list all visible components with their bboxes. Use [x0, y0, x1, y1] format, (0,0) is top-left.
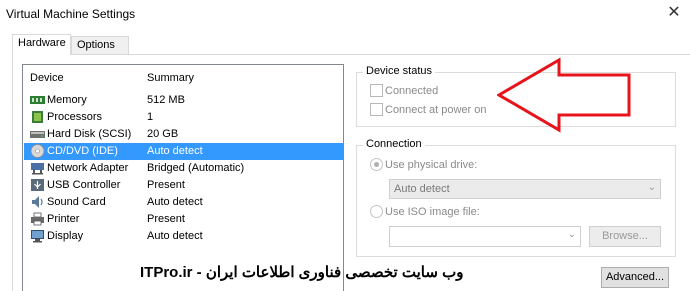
close-icon[interactable]: ✕ [666, 5, 682, 21]
physical-drive-select[interactable]: Auto detect ⌄ [389, 179, 661, 199]
use-physical-drive-radio[interactable] [370, 158, 383, 171]
device-name: Processors [47, 111, 103, 123]
device-row-usb-controller[interactable]: USB Controller Present [24, 177, 343, 194]
tab-options[interactable]: Options [71, 36, 129, 54]
physical-drive-value: Auto detect [394, 183, 450, 195]
device-name: Memory [47, 94, 87, 106]
device-summary: 20 GB [147, 128, 179, 140]
device-summary: Auto detect [147, 196, 203, 208]
memory-icon [30, 96, 45, 104]
device-row-printer[interactable]: Printer Present [24, 211, 343, 228]
usb-icon [31, 179, 44, 191]
device-summary: Present [147, 179, 185, 191]
iso-path-combo[interactable]: ⌄ [389, 226, 581, 247]
device-name: CD/DVD (IDE) [47, 145, 118, 157]
device-name: Printer [47, 213, 80, 225]
sound-card-icon [32, 196, 43, 208]
device-row-network-adapter[interactable]: Network Adapter Bridged (Automatic) [24, 160, 343, 177]
processor-icon [32, 111, 43, 123]
use-iso-image-radio[interactable] [370, 205, 383, 218]
chevron-down-icon: ⌄ [647, 182, 656, 193]
device-row-display[interactable]: Display Auto detect [24, 228, 343, 245]
device-row-hard-disk[interactable]: Hard Disk (SCSI) 20 GB [24, 126, 343, 143]
use-iso-image-label: Use ISO image file: [385, 206, 480, 218]
window-title: Virtual Machine Settings [6, 7, 136, 21]
hard-disk-icon [30, 131, 45, 138]
device-row-sound-card[interactable]: Sound Card Auto detect [24, 194, 343, 211]
device-row-cd-dvd[interactable]: CD/DVD (IDE) Auto detect [24, 143, 343, 160]
connect-at-power-on-checkbox[interactable] [370, 103, 383, 116]
device-summary: Auto detect [147, 145, 203, 157]
connected-label: Connected [385, 85, 439, 97]
column-header-summary[interactable]: Summary [147, 72, 194, 84]
device-name: Network Adapter [47, 162, 129, 174]
watermark-text: وب سایت تخصصی فناوری اطلاعات ایران - ITP… [140, 264, 464, 281]
device-summary: Auto detect [147, 230, 203, 242]
device-name: Display [47, 230, 84, 242]
device-row-processors[interactable]: Processors 1 [24, 109, 343, 126]
device-row-memory[interactable]: Memory 512 MB [24, 92, 343, 109]
printer-icon [31, 212, 44, 226]
device-status-legend: Device status [363, 65, 436, 77]
display-icon [31, 230, 44, 243]
use-physical-drive-label: Use physical drive: [385, 159, 478, 171]
column-header-device[interactable]: Device [30, 72, 64, 84]
connection-group: Connection Use physical drive: Auto dete… [356, 138, 676, 257]
chevron-down-icon: ⌄ [567, 229, 576, 240]
device-list[interactable]: Device Summary Memory 512 MB Processors … [22, 64, 344, 291]
tab-hardware[interactable]: Hardware [12, 34, 71, 55]
device-name: Hard Disk (SCSI) [47, 128, 132, 140]
connection-legend: Connection [363, 138, 425, 150]
advanced-button[interactable]: Advanced... [601, 267, 669, 288]
device-name: Sound Card [47, 196, 106, 208]
title-bar: Virtual Machine Settings ✕ [0, 0, 690, 28]
browse-button[interactable]: Browse... [589, 226, 661, 247]
device-summary: Bridged (Automatic) [147, 162, 245, 174]
network-adapter-icon [31, 163, 44, 175]
annotation-arrow-icon [497, 57, 631, 133]
device-summary: 512 MB [147, 94, 185, 106]
device-list-header: Device Summary [23, 71, 343, 87]
connect-at-power-on-label: Connect at power on [385, 104, 487, 116]
device-summary: 1 [147, 111, 154, 123]
connected-checkbox[interactable] [370, 84, 383, 97]
device-name: USB Controller [47, 179, 121, 191]
device-summary: Present [147, 213, 185, 225]
cd-dvd-icon [30, 144, 45, 158]
